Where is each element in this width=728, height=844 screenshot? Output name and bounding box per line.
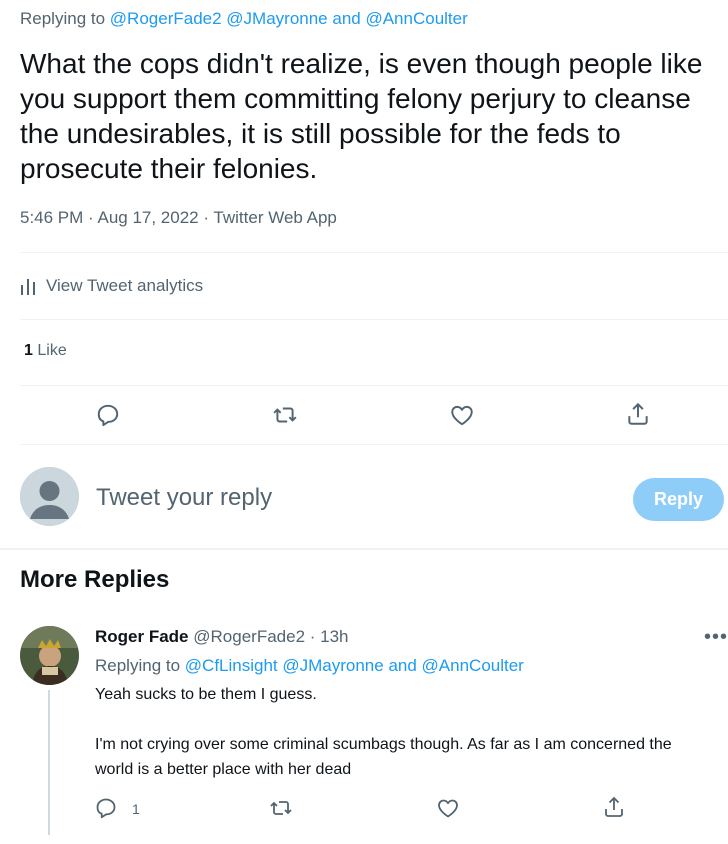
share-icon[interactable] (625, 401, 651, 427)
reply-text: Yeah sucks to be them I guess. I'm not c… (95, 682, 695, 782)
divider (20, 385, 728, 386)
tweet-meta[interactable]: 5:46 PM · Aug 17, 2022 · Twitter Web App (20, 208, 337, 228)
user-photo (20, 626, 79, 685)
reply-input[interactable]: Tweet your reply (96, 484, 272, 512)
replying-prefix: Replying to (95, 656, 185, 675)
reply-replying-to: Replying to @CfLinsight @JMayronne and @… (95, 656, 524, 676)
reply-line-1: Yeah sucks to be them I guess. (95, 686, 317, 703)
reply-icon[interactable] (95, 402, 121, 428)
reply-time[interactable]: · 13h (305, 627, 349, 646)
reply-icon[interactable] (94, 796, 118, 820)
divider (20, 319, 728, 320)
author-name[interactable]: Roger Fade (95, 627, 189, 646)
replying-to: Replying to @RogerFade2 @JMayronne and @… (20, 9, 468, 29)
section-title: More Replies (20, 566, 170, 593)
replying-and: and (327, 9, 366, 28)
like-label: Like (37, 342, 67, 359)
avatar-placeholder-icon (20, 467, 79, 526)
replying-and: and (383, 656, 422, 675)
view-analytics-link[interactable]: View Tweet analytics (20, 276, 203, 296)
retweet-icon[interactable] (269, 796, 293, 820)
replying-last-mention[interactable]: @AnnCoulter (422, 656, 524, 675)
share-icon[interactable] (602, 795, 626, 819)
divider (20, 444, 728, 445)
section-divider (0, 548, 728, 550)
like-count: 1 (24, 342, 33, 359)
reply-count: 1 (132, 801, 140, 817)
reply-button[interactable]: Reply (633, 478, 724, 521)
replying-mentions[interactable]: @RogerFade2 @JMayronne (110, 9, 328, 28)
tweet-text: What the cops didn't realize, is even th… (20, 48, 703, 184)
like-icon[interactable] (449, 402, 475, 428)
avatar[interactable] (20, 626, 79, 685)
like-count-link[interactable]: 1 Like (24, 342, 67, 360)
avatar[interactable] (20, 467, 79, 526)
divider (20, 252, 728, 253)
like-icon[interactable] (436, 796, 460, 820)
reply-line-2: I'm not crying over some criminal scumba… (95, 736, 672, 778)
analytics-label: View Tweet analytics (46, 276, 204, 295)
reply-author[interactable]: Roger Fade @RogerFade2 · 13h (95, 627, 349, 647)
retweet-icon[interactable] (272, 402, 298, 428)
replying-last-mention[interactable]: @AnnCoulter (365, 9, 467, 28)
thread-line (48, 690, 50, 835)
author-handle[interactable]: @RogerFade2 (193, 627, 305, 646)
replying-mentions[interactable]: @CfLinsight @JMayronne (185, 656, 384, 675)
more-icon[interactable]: ••• (704, 626, 728, 649)
analytics-icon (21, 279, 35, 295)
replying-prefix: Replying to (20, 9, 106, 28)
